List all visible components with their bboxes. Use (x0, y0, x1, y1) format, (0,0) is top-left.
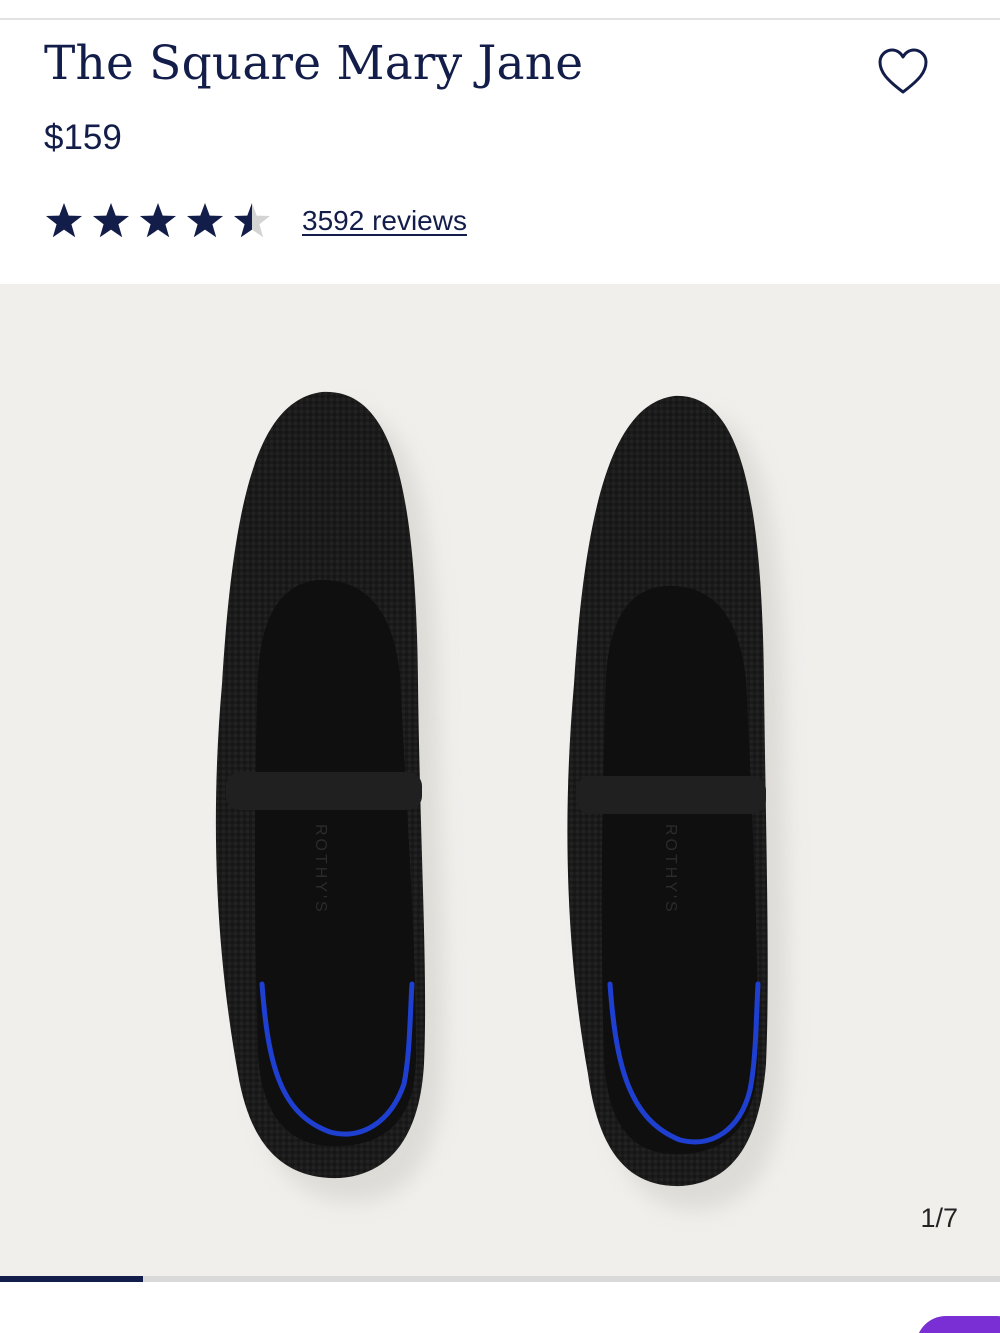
star-icon (93, 203, 129, 238)
svg-text:ROTHY'S: ROTHY'S (312, 824, 329, 915)
product-photo: ROTHY'S ROTHY'S (215, 391, 788, 1211)
star-icon (187, 203, 223, 238)
star-icon (46, 203, 82, 238)
product-image-gallery[interactable]: ROTHY'S ROTHY'S 1/7 (0, 284, 1000, 1276)
top-divider (0, 18, 1000, 20)
right-shoe: ROTHY'S (567, 395, 788, 1211)
gallery-progress-fill (0, 1276, 143, 1282)
left-shoe: ROTHY'S (215, 391, 445, 1203)
rating-row: 3592 reviews (44, 198, 467, 244)
product-price: $159 (44, 118, 122, 157)
gallery-progress-track (0, 1276, 1000, 1282)
product-title: The Square Mary Jane (44, 36, 584, 91)
chat-bubble-button[interactable] (916, 1316, 1000, 1333)
image-counter: 1/7 (920, 1203, 958, 1233)
rating-stars (44, 201, 284, 241)
star-icon (234, 203, 270, 238)
wishlist-button[interactable] (870, 42, 936, 102)
heart-outline-icon (878, 48, 928, 94)
star-icon (140, 203, 176, 238)
svg-text:ROTHY'S: ROTHY'S (662, 824, 679, 915)
reviews-link[interactable]: 3592 reviews (302, 205, 467, 237)
